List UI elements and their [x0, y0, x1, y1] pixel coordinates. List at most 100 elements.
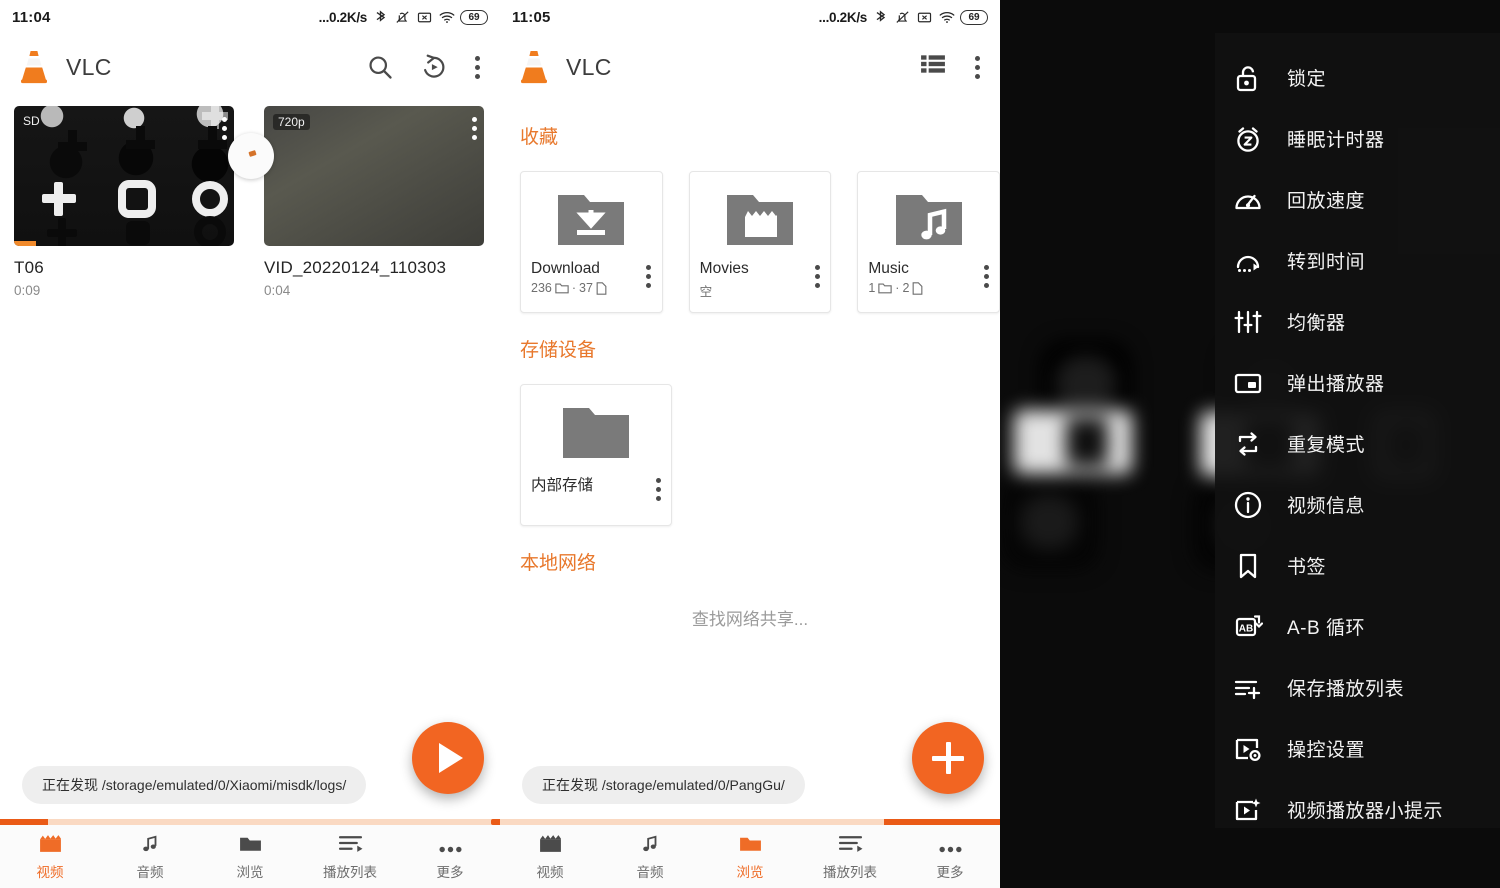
- history-icon[interactable]: [420, 53, 448, 81]
- folder-movie-icon: [690, 172, 831, 260]
- nav-item-audio[interactable]: 音频: [600, 832, 700, 881]
- video-overflow-icon[interactable]: [471, 114, 477, 142]
- folder-card-movies[interactable]: Movies 空: [688, 171, 832, 313]
- music-note-icon: [639, 832, 661, 854]
- menu-item-sleep-timer[interactable]: 睡眠计时器: [1215, 108, 1500, 169]
- app-bar-actions-2: [920, 53, 984, 81]
- more-icon: [938, 832, 963, 854]
- playlist-icon: [838, 832, 863, 854]
- card-text: Movies 空: [690, 260, 831, 300]
- folder-name: Download: [531, 260, 600, 277]
- menu-item-video-info[interactable]: 视频信息: [1215, 474, 1500, 535]
- folder-name: 内部存储: [531, 477, 594, 494]
- nav-label: 音频: [136, 865, 164, 880]
- speedometer-icon: [1231, 183, 1265, 217]
- menu-item-label: 弹出播放器: [1287, 374, 1385, 395]
- equalizer-icon: [1231, 305, 1265, 339]
- music-note-icon: [139, 832, 161, 854]
- status-time: 11:05: [512, 8, 551, 26]
- nav-item-browse[interactable]: 浏览: [700, 832, 800, 881]
- menu-item-video-tips[interactable]: 视频播放器小提示: [1215, 779, 1500, 840]
- menu-item-playback-speed[interactable]: 回放速度: [1215, 169, 1500, 230]
- video-duration: 0:04: [264, 283, 291, 298]
- menu-item-player-settings[interactable]: 操控设置: [1215, 718, 1500, 779]
- nav-item-audio[interactable]: 音频: [100, 832, 200, 881]
- clapperboard-icon: [38, 832, 63, 854]
- small-file-icon: [596, 281, 607, 295]
- list-view-icon[interactable]: [920, 53, 948, 81]
- counts-separator: ·: [895, 281, 900, 295]
- video-card[interactable]: SD T06 0:09: [14, 106, 234, 298]
- video-thumbnail[interactable]: 720p: [264, 106, 484, 246]
- menu-item-lock[interactable]: 锁定: [1215, 47, 1500, 108]
- mute-icon: [394, 9, 411, 25]
- menu-item-bookmarks[interactable]: 书签: [1215, 535, 1500, 596]
- folder-icon: [521, 385, 671, 473]
- small-file-icon: [913, 281, 923, 295]
- network-speed: ...0.2K/s: [318, 9, 368, 25]
- app-bar-2: VLC: [500, 34, 1000, 100]
- sleep-timer-icon: [1231, 122, 1265, 156]
- card-overflow-icon[interactable]: [814, 262, 820, 290]
- nav-label: 视频: [36, 865, 64, 880]
- menu-item-label: 锁定: [1287, 69, 1327, 90]
- menu-item-label: 视频信息: [1287, 496, 1366, 517]
- menu-item-popup-player[interactable]: 弹出播放器: [1215, 352, 1500, 413]
- app-title: VLC: [566, 53, 612, 80]
- folder-card-music[interactable]: Music 1 · 2: [857, 171, 1000, 313]
- network-empty-text: 查找网络共享...: [691, 610, 809, 629]
- nav-item-browse[interactable]: 浏览: [200, 832, 300, 881]
- menu-item-repeat-mode[interactable]: 重复模式: [1215, 413, 1500, 474]
- video-thumbnail[interactable]: SD: [14, 106, 234, 246]
- menu-item-save-playlist[interactable]: 保存播放列表: [1215, 657, 1500, 718]
- folder-card-download[interactable]: Download 236 · 37: [520, 171, 663, 313]
- nav-item-playlist[interactable]: 播放列表: [300, 832, 400, 881]
- menu-item-label: 重复模式: [1287, 435, 1366, 456]
- bookmark-icon: [1231, 549, 1265, 583]
- file-count: 2: [902, 281, 910, 295]
- video-overflow-icon[interactable]: [221, 114, 227, 142]
- jump-to-time-icon: [1231, 244, 1265, 278]
- menu-item-equalizer[interactable]: 均衡器: [1215, 291, 1500, 352]
- card-overflow-icon[interactable]: [646, 262, 652, 290]
- nav-item-video[interactable]: 视频: [0, 832, 100, 881]
- search-icon[interactable]: [366, 53, 394, 81]
- no-sim-icon: [916, 9, 933, 25]
- nav-label: 播放列表: [323, 865, 377, 880]
- menu-item-label: 睡眠计时器: [1287, 130, 1385, 151]
- overflow-icon[interactable]: [474, 53, 480, 81]
- overflow-icon[interactable]: [974, 53, 980, 81]
- lock-open-icon: [1231, 61, 1265, 95]
- card-overflow-icon[interactable]: [983, 262, 989, 290]
- vlc-logo-icon: [16, 48, 52, 86]
- battery-indicator: 69: [460, 9, 488, 25]
- nav-item-more[interactable]: 更多: [900, 832, 1000, 881]
- video-title: VID_20220124_110303: [264, 258, 447, 277]
- add-fab-button[interactable]: [912, 722, 984, 794]
- clapperboard-icon: [538, 832, 563, 854]
- menu-item-ab-repeat[interactable]: AB A-B 循环: [1215, 596, 1500, 657]
- nav-label: 更多: [936, 865, 964, 880]
- nav-label: 视频: [536, 865, 564, 880]
- panel-player-menu: 锁定 睡眠计时器 回放速度 转到时间 均衡器 弹出播放器 重复模式 视频信息 书…: [1000, 0, 1500, 888]
- menu-item-jump-to-time[interactable]: 转到时间: [1215, 230, 1500, 291]
- folder-name: Movies: [699, 260, 749, 277]
- folder-card-internal-storage[interactable]: 内部存储: [520, 384, 672, 526]
- no-sim-icon: [416, 9, 433, 25]
- card-overflow-icon[interactable]: [655, 475, 661, 503]
- nav-item-video[interactable]: 视频: [500, 832, 600, 881]
- folder-music-icon: [858, 172, 999, 260]
- wifi-icon: [938, 9, 955, 25]
- video-tips-icon: [1231, 793, 1265, 827]
- playlist-add-icon: [1231, 671, 1265, 705]
- folder-download-icon: [521, 172, 662, 260]
- video-title: T06: [14, 258, 44, 277]
- bluetooth-icon: [872, 9, 889, 25]
- menu-item-label: 回放速度: [1287, 191, 1366, 212]
- nav-label: 播放列表: [823, 865, 877, 880]
- nav-item-playlist[interactable]: 播放列表: [800, 832, 900, 881]
- nav-item-more[interactable]: 更多: [400, 832, 500, 881]
- video-card[interactable]: 720p VID_20220124_110303 0:04: [264, 106, 484, 298]
- section-title-favorites: 收藏: [520, 127, 559, 148]
- play-fab-button[interactable]: [412, 722, 484, 794]
